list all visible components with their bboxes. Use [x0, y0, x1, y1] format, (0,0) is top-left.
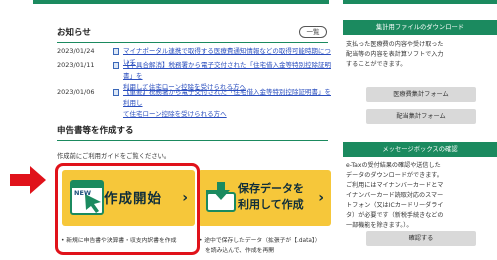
document-icon	[113, 89, 119, 96]
create-divider	[57, 140, 328, 141]
news-link[interactable]: 【重要】税務署から電子交付された「住宅借入金等特別控除証明書」を利用し	[123, 88, 331, 107]
resume-description-line2: を読み込んで、作成を再開	[205, 248, 275, 254]
resume-label: 保存データを 利用して作成	[238, 181, 312, 213]
sidebar-accent-bar	[343, 0, 497, 4]
message-text-line: タ）が必要です（新税手続きなどの	[346, 212, 444, 219]
medical-expense-form-button[interactable]: 医療費集計フォーム	[366, 87, 476, 102]
download-text-line: することができます。	[346, 61, 407, 68]
resume-from-saved-button[interactable]: 保存データを 利用して作成 ›	[198, 170, 331, 226]
download-panel-text: 支払った医療費の内容や受け取った 配当等の内容を表計算ソフトで入力 することがで…	[346, 40, 494, 70]
resume-label-line1: 保存データを	[238, 182, 304, 195]
message-text-line: ご利用にはマイナンバーカードとマ	[346, 182, 444, 189]
news-link[interactable]: 【不具合解消】税務署から電子交付された「住宅借入金等特別控除証明書」を	[123, 61, 331, 80]
news-item: 2023/01/06 【重要】税務署から電子交付された「住宅借入金等特別控除証明…	[57, 87, 332, 120]
create-section-heading: 申告書等を作成する	[57, 126, 134, 136]
message-text-line: イナンバーカード読取対応のスマー	[346, 192, 444, 199]
download-text-line: 支払った医療費の内容や受け取った	[346, 41, 444, 48]
news-divider	[57, 42, 328, 43]
resume-description: • 途中で保存したデータ（拡張子が【.data】） を読み込んで、作成を再開	[199, 236, 331, 256]
message-text-line: データのダウンロードができます。	[346, 172, 443, 179]
message-text-line: e-Taxの受付結果の確認や送信した	[346, 162, 441, 169]
resume-description-line1: • 途中で保存したデータ（拡張子が【.data】）	[199, 238, 321, 244]
document-icon	[113, 62, 119, 69]
confirm-button[interactable]: 確認する	[366, 231, 476, 246]
chevron-right-icon: ›	[318, 190, 324, 206]
dividend-form-button[interactable]: 配当集計フォーム	[366, 109, 476, 124]
red-arrow-icon	[10, 166, 46, 194]
message-box-panel-header: メッセージボックスの確認	[343, 142, 497, 157]
news-link[interactable]: て住宅ローン控除を受けられる方へ	[123, 110, 227, 118]
document-icon	[113, 48, 119, 55]
news-heading: お知らせ	[57, 28, 91, 38]
header-accent-bar	[33, 0, 329, 4]
download-text-line: 配当等の内容を表計算ソフトで入力	[346, 51, 444, 58]
guide-note: 作成前にご利用ガイドをご覧ください。	[57, 153, 171, 160]
folder-download-icon	[206, 182, 236, 212]
news-list-button[interactable]: 一覧	[299, 26, 327, 38]
news-date: 2023/01/06	[57, 88, 95, 96]
resume-label-line2: 利用して作成	[238, 198, 304, 211]
message-box-panel-text: e-Taxの受付結果の確認や送信した データのダウンロードができます。 ご利用に…	[346, 161, 494, 231]
start-creation-description: • 新規に申告書や決算書・収支内訳書を作成	[61, 238, 177, 244]
message-text-line: トフォン（又はICカードリーダライ	[346, 202, 444, 209]
message-text-line: 一部機能を除きます。）。	[346, 222, 413, 229]
download-panel-header: 集計用ファイルのダウンロード	[343, 20, 497, 35]
news-link-text[interactable]: 【重要】税務署から電子交付された「住宅借入金等特別控除証明書」を利用し て住宅ロ…	[123, 87, 332, 120]
